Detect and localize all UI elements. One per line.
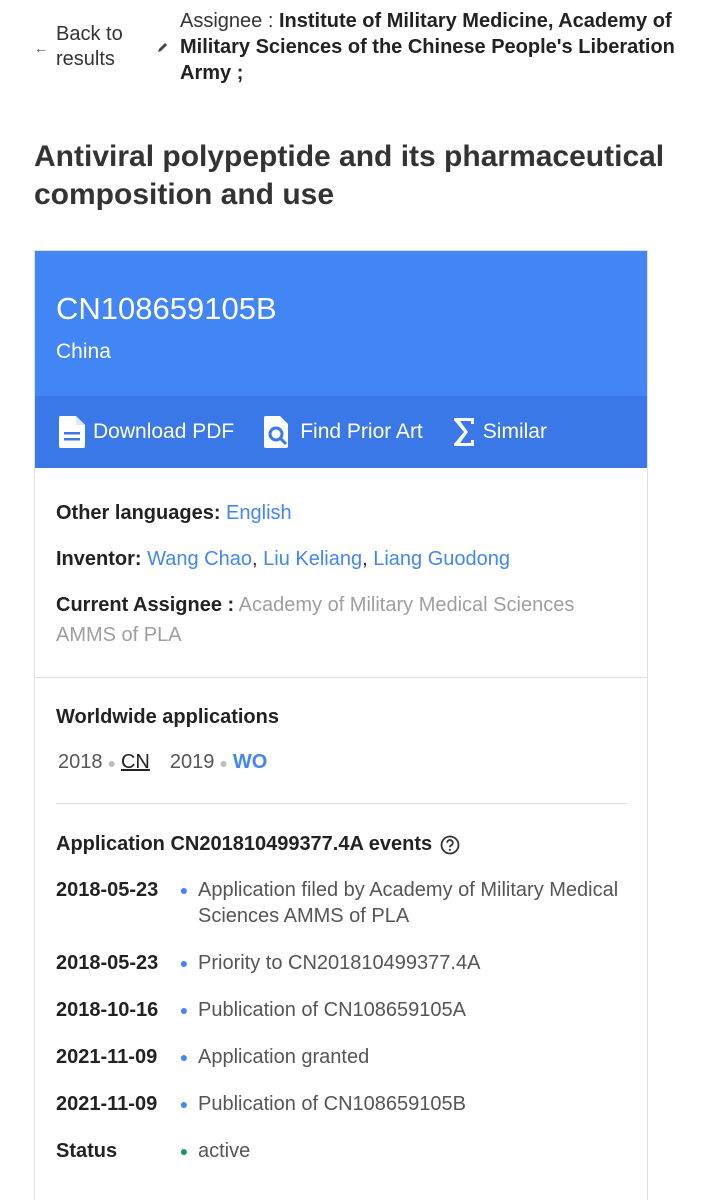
assignee-query[interactable]: Assignee : Institute of Military Medicin…: [180, 8, 700, 86]
status-value: active: [198, 1140, 251, 1162]
section-divider: [35, 677, 647, 678]
patent-header: CN108659105B China: [35, 251, 647, 396]
sigma-icon: [453, 418, 474, 446]
inventor-link[interactable]: Liu Keliang: [263, 548, 362, 570]
inventor-link[interactable]: Wang Chao: [147, 548, 252, 570]
inventor-label: Inventor:: [56, 548, 142, 570]
patent-metadata: Other languages: English Inventor: Wang …: [35, 468, 647, 650]
section-divider: [56, 803, 628, 804]
download-pdf-button[interactable]: Download PDF: [59, 416, 234, 448]
event-text: Publication of CN108659105B: [198, 1093, 466, 1115]
event-row: 2018-05-23 ● Priority to CN201810499377.…: [56, 950, 628, 976]
worldwide-applications-title: Worldwide applications: [56, 706, 279, 728]
current-assignee-row: Current Assignee : Academy of Military M…: [56, 590, 626, 650]
event-date: 2018-05-23: [56, 952, 159, 974]
events-title: Application CN201810499377.4A events: [56, 833, 628, 856]
event-text: Priority to CN201810499377.4A: [198, 952, 481, 974]
application-year: 2018: [58, 751, 103, 773]
patent-card: CN108659105B China Download PDF Find Pri…: [34, 250, 648, 1200]
event-date: 2018-10-16: [56, 999, 159, 1021]
back-to-results-link[interactable]: ← Back to results: [34, 22, 136, 72]
find-prior-art-label: Find Prior Art: [300, 420, 423, 443]
find-prior-art-button[interactable]: Find Prior Art: [264, 416, 423, 448]
event-row: 2021-11-09 ● Application granted: [56, 1044, 628, 1070]
event-date: 2021-11-09: [56, 1093, 158, 1115]
application-country-link[interactable]: CN: [121, 751, 150, 774]
inventor-row: Inventor: Wang Chao, Liu Keliang, Liang …: [56, 548, 511, 570]
event-text: Publication of CN108659105A: [198, 999, 466, 1021]
arrow-left-icon: ←: [34, 40, 48, 56]
application-year: 2019: [169, 751, 215, 773]
pencil-icon[interactable]: [156, 40, 170, 54]
current-assignee-label: Current Assignee :: [56, 594, 235, 616]
status-row: Status ● active: [56, 1138, 628, 1164]
event-text: Application filed by Academy of Military…: [198, 879, 619, 927]
action-bar: Download PDF Find Prior Art Similar: [35, 396, 647, 468]
publication-number: CN108659105B: [56, 291, 277, 326]
page-title: Antiviral polypeptide and its pharmaceut…: [34, 140, 665, 211]
application-country-link[interactable]: WO: [233, 751, 267, 774]
application-events: Application CN201810499377.4A events 201…: [56, 833, 628, 1164]
other-language-link[interactable]: English: [226, 502, 292, 524]
similar-label: Similar: [482, 420, 547, 443]
event-date: 2021-11-09: [56, 1046, 158, 1068]
search-document-icon: [264, 416, 289, 448]
other-languages-row: Other languages: English: [56, 498, 626, 528]
events-title-text: Application CN201810499377.4A events: [56, 833, 433, 855]
back-label: Back to results: [56, 23, 123, 70]
patent-country: China: [56, 340, 111, 363]
bullet-dot: ●: [219, 754, 228, 771]
event-row: 2018-10-16 ● Publication of CN108659105A: [56, 997, 628, 1023]
status-dot: ●: [179, 1143, 189, 1159]
other-languages-label: Other languages:: [56, 502, 221, 524]
bullet-dot: ●: [179, 1002, 189, 1018]
event-row: 2018-05-23 ● Application filed by Academ…: [56, 877, 628, 929]
worldwide-applications: Worldwide applications 2018 ● CN 2019 ● …: [56, 706, 628, 774]
inventor-link[interactable]: Liang Guodong: [373, 548, 510, 570]
bullet-dot: ●: [179, 955, 189, 971]
event-date: 2018-05-23: [56, 879, 159, 901]
help-icon[interactable]: [440, 835, 460, 855]
event-row: 2021-11-09 ● Publication of CN108659105B: [56, 1091, 628, 1117]
bullet-dot: ●: [179, 1049, 189, 1065]
assignee-query-label: Assignee :: [180, 10, 279, 32]
status-label: Status: [56, 1140, 118, 1162]
download-pdf-label: Download PDF: [93, 420, 235, 443]
bullet-dot: ●: [107, 754, 116, 771]
worldwide-applications-list: 2018 ● CN 2019 ● WO: [56, 751, 628, 774]
bullet-dot: ●: [179, 882, 189, 898]
event-text: Application granted: [198, 1046, 370, 1068]
bullet-dot: ●: [179, 1096, 189, 1112]
pdf-file-icon: [59, 416, 85, 448]
top-bar: ← Back to results Assignee : Institute o…: [0, 0, 715, 100]
similar-button[interactable]: Similar: [453, 418, 547, 446]
